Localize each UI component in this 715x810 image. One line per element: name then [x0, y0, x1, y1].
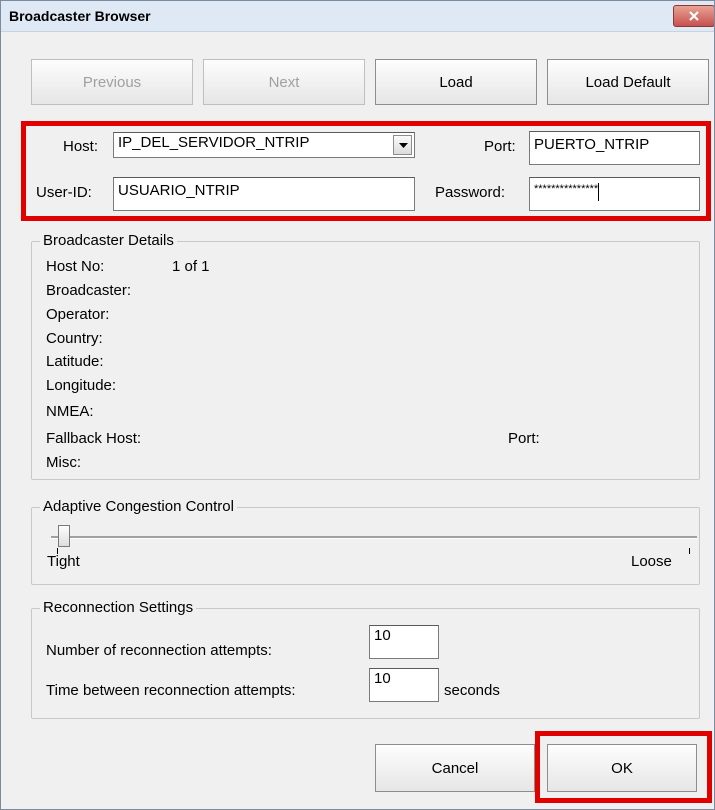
- fallback-port-label: Port:: [508, 430, 540, 447]
- congestion-slider-track[interactable]: [51, 536, 697, 539]
- operator-label: Operator:: [46, 306, 110, 323]
- close-icon: [689, 11, 699, 21]
- host-value: IP_DEL_SERVIDOR_NTRIP: [118, 134, 310, 151]
- host-label: Host:: [63, 138, 99, 155]
- close-button[interactable]: [673, 5, 714, 27]
- latitude-label: Latitude:: [46, 353, 104, 370]
- broadcaster-browser-dialog: Broadcaster Browser Previous Next Load L…: [0, 0, 715, 810]
- attempts-input[interactable]: 10: [369, 625, 439, 659]
- longitude-label: Longitude:: [46, 377, 117, 394]
- window-title: Broadcaster Browser: [9, 8, 151, 24]
- slider-max-label: Loose: [631, 553, 672, 570]
- cancel-button[interactable]: Cancel: [375, 744, 535, 792]
- host-combobox[interactable]: IP_DEL_SERVIDOR_NTRIP: [113, 132, 415, 158]
- load-default-button[interactable]: Load Default: [547, 59, 709, 105]
- fallback-host-label: Fallback Host:: [46, 430, 142, 447]
- chevron-down-icon: [399, 143, 408, 148]
- load-button[interactable]: Load: [375, 59, 537, 105]
- time-unit-label: seconds: [444, 682, 500, 699]
- previous-button[interactable]: Previous: [31, 59, 193, 105]
- userid-input[interactable]: USUARIO_NTRIP: [113, 177, 415, 211]
- attempts-label: Number of reconnection attempts:: [46, 642, 272, 659]
- congestion-control-group: Adaptive Congestion Control: [31, 498, 700, 585]
- slider-tick-max: [689, 548, 690, 554]
- ok-button[interactable]: OK: [547, 744, 697, 792]
- text-cursor: [598, 183, 600, 201]
- port-input[interactable]: PUERTO_NTRIP: [529, 131, 700, 165]
- host-no-label: Host No:: [46, 258, 105, 275]
- time-input[interactable]: 10: [369, 668, 439, 702]
- password-value: ***************: [534, 183, 599, 195]
- port-label: Port:: [484, 138, 516, 155]
- title-bar: Broadcaster Browser: [1, 1, 714, 32]
- broadcaster-label: Broadcaster:: [46, 282, 132, 299]
- misc-label: Misc:: [46, 454, 81, 471]
- userid-label: User-ID:: [36, 184, 92, 201]
- slider-min-label: Tight: [47, 553, 80, 570]
- host-no-value: 1 of 1: [172, 258, 210, 275]
- next-button[interactable]: Next: [203, 59, 365, 105]
- nmea-label: NMEA:: [46, 403, 94, 420]
- time-label: Time between reconnection attempts:: [46, 682, 296, 699]
- country-label: Country:: [46, 330, 103, 347]
- broadcaster-details-label: Broadcaster Details: [40, 232, 177, 249]
- congestion-slider-thumb[interactable]: [58, 525, 70, 547]
- password-input[interactable]: ***************: [529, 177, 700, 211]
- reconnection-settings-group: Reconnection Settings: [31, 599, 700, 719]
- host-dropdown-button[interactable]: [393, 135, 412, 155]
- password-label: Password:: [435, 184, 506, 201]
- reconnection-settings-label: Reconnection Settings: [40, 599, 197, 616]
- congestion-control-label: Adaptive Congestion Control: [40, 498, 237, 515]
